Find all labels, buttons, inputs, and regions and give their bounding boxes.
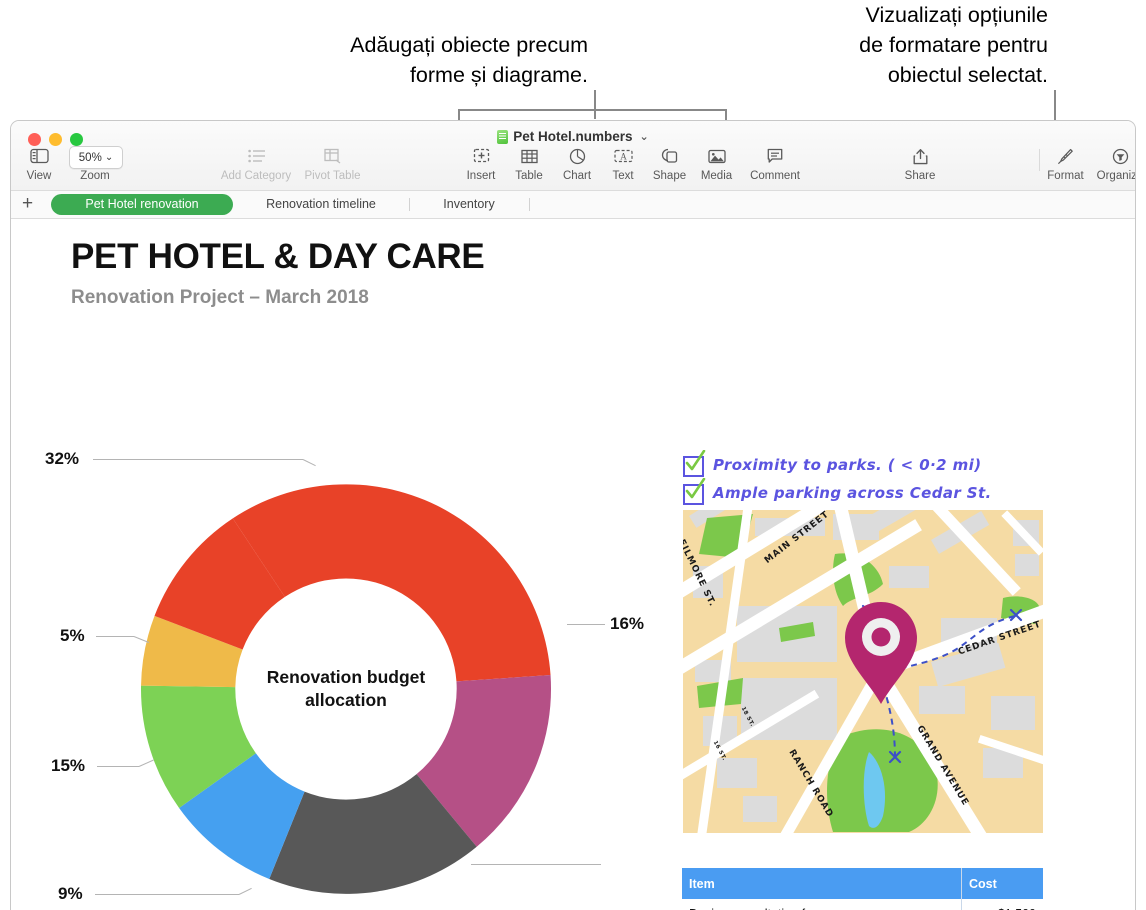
list-icon (216, 145, 296, 167)
toolbar-chart[interactable]: Chart (554, 145, 600, 182)
page-subtitle: Renovation Project – March 2018 (71, 286, 484, 310)
document-title[interactable]: Pet Hotel.numbers ⌄ (11, 129, 1135, 144)
toolbar-table[interactable]: Table (506, 145, 552, 182)
chevron-down-icon: ⌄ (105, 152, 113, 163)
organize-icon (1091, 145, 1136, 167)
callout-format-options: Vizualizați opțiunile de formatare pentr… (770, 0, 1048, 90)
map-image[interactable]: FILMORE ST. MAIN STREET CEDAR STREET GRA… (683, 510, 1043, 833)
table-cell-cost[interactable]: $1,500 (962, 899, 1044, 910)
sheet-tab-renovation-timeline[interactable]: Renovation timeline (251, 194, 391, 215)
shape-icon (646, 145, 693, 167)
chart-leader-fixtures (567, 624, 605, 625)
toolbar-comment[interactable]: Comment (740, 145, 810, 182)
toolbar-text[interactable]: A Text (601, 145, 645, 182)
toolbar-add-category[interactable]: Add Category (216, 145, 296, 182)
map-svg (683, 510, 1043, 833)
document-heading-block: PET HOTEL & DAY CARE Renovation Project … (71, 237, 484, 310)
toolbar-format[interactable]: Format (1041, 145, 1090, 182)
document-title-text: Pet Hotel.numbers (513, 129, 632, 144)
text-icon: A (601, 145, 645, 167)
table-cell-item[interactable]: Design consultation fees (682, 899, 962, 910)
numbers-window: Pet Hotel.numbers ⌄ View 50% ⌄ Zoom Add … (10, 120, 1136, 910)
share-icon (895, 145, 945, 167)
toolbar-comment-label: Comment (740, 170, 810, 182)
sheet-tab-bar: + Pet Hotel renovation Renovation timeli… (11, 191, 1135, 219)
callout-insert-objects: Adăugați obiecte precum forme și diagram… (236, 30, 588, 90)
toolbar-media-label: Media (693, 170, 740, 182)
chart-leader-flooring (97, 766, 139, 767)
zoom-value: 50% (79, 152, 102, 164)
toolbar-zoom-label: Zoom (69, 170, 121, 182)
toolbar-add-category-label: Add Category (216, 170, 296, 182)
toolbar-shape[interactable]: Shape (646, 145, 693, 182)
add-sheet-button[interactable]: + (22, 194, 33, 213)
donut-slice-cabinetry (233, 484, 551, 681)
numbers-file-icon (497, 130, 508, 144)
insert-icon (458, 145, 504, 167)
chart-leader-labor (471, 864, 601, 865)
checkbox-checked-icon (683, 456, 704, 477)
sheet-canvas: PET HOTEL & DAY CARE Renovation Project … (11, 219, 1135, 910)
sheet-tab-divider-1 (409, 198, 410, 211)
toolbar-table-label: Table (506, 170, 552, 182)
toolbar-divider (1039, 149, 1040, 171)
chart-label-design: 9% (58, 884, 83, 904)
chart-label-plumbing: 5% (60, 626, 85, 646)
svg-text:A: A (620, 151, 627, 161)
checklist-text-parks: Proximity to parks. ( < 0·2 mi) (713, 455, 981, 475)
checklist-item-parks: Proximity to parks. ( < 0·2 mi) (683, 455, 992, 477)
media-icon (693, 145, 740, 167)
toolbar-insert-label: Insert (458, 170, 504, 182)
sheet-tab-pet-hotel-renovation[interactable]: Pet Hotel renovation (51, 194, 233, 215)
table-header-cost[interactable]: Cost (962, 868, 1044, 899)
table-header-row: Item Cost (682, 868, 1043, 899)
toolbar-text-label: Text (601, 170, 645, 182)
toolbar-view-label: View (19, 170, 59, 182)
callout-leader-left-horizontal (458, 109, 726, 111)
toolbar-share-label: Share (895, 170, 945, 182)
donut-chart[interactable]: Renovation budget allocation (121, 464, 571, 910)
toolbar-pivot-table[interactable]: Pivot Table (295, 145, 370, 182)
chart-leader-design (95, 894, 239, 895)
chart-leader-cabinetry (93, 459, 303, 460)
toolbar-organize[interactable]: Organize (1091, 145, 1136, 182)
table-icon (506, 145, 552, 167)
checklist-text-parking: Ample parking across Cedar St. (713, 483, 992, 503)
cost-table[interactable]: Item Cost Design consultation fees $1,50… (682, 868, 1043, 910)
toolbar-chart-label: Chart (554, 170, 600, 182)
toolbar-insert[interactable]: Insert (458, 145, 504, 182)
window-titlebar: Pet Hotel.numbers ⌄ View 50% ⌄ Zoom Add … (11, 121, 1135, 191)
chevron-down-icon[interactable]: ⌄ (640, 130, 649, 143)
toolbar-view[interactable]: View (19, 145, 59, 182)
toolbar-format-label: Format (1041, 170, 1090, 182)
checklist-item-parking: Ample parking across Cedar St. (683, 483, 992, 505)
handwritten-checklist: Proximity to parks. ( < 0·2 mi) Ample pa… (683, 455, 992, 511)
checkbox-checked-icon (683, 484, 704, 505)
sheet-tab-inventory[interactable]: Inventory (423, 194, 515, 215)
sidebar-icon (19, 145, 59, 167)
chart-leader-plumbing (96, 636, 134, 637)
chart-label-flooring: 15% (51, 756, 85, 776)
callout-leader-left-vertical (594, 90, 596, 119)
donut-center-label: Renovation budget allocation (241, 666, 451, 712)
comment-icon (740, 145, 810, 167)
toolbar-pivot-table-label: Pivot Table (295, 170, 370, 182)
zoom-select[interactable]: 50% ⌄ (69, 146, 123, 169)
toolbar-share[interactable]: Share (895, 145, 945, 182)
chart-label-fixtures: 16% (610, 614, 644, 634)
page-title: PET HOTEL & DAY CARE (71, 237, 484, 277)
chart-label-cabinetry: 32% (45, 449, 79, 469)
toolbar-shape-label: Shape (646, 170, 693, 182)
pivot-table-icon (295, 145, 370, 167)
toolbar-organize-label: Organize (1091, 170, 1136, 182)
table-header-item[interactable]: Item (682, 868, 962, 899)
toolbar-media[interactable]: Media (693, 145, 740, 182)
chart-icon (554, 145, 600, 167)
table-row[interactable]: Design consultation fees $1,500 (682, 899, 1043, 910)
sheet-tab-divider-2 (529, 198, 530, 211)
format-brush-icon (1041, 145, 1090, 167)
